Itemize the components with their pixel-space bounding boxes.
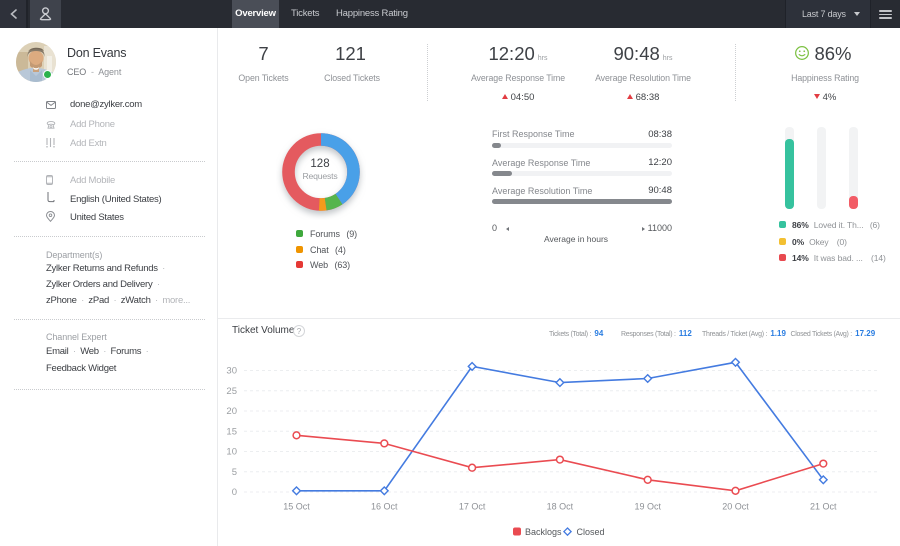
svg-text:20 Oct: 20 Oct	[722, 502, 749, 512]
svg-text:0: 0	[232, 487, 237, 498]
svg-text:16 Oct: 16 Oct	[371, 502, 398, 512]
svg-text:20: 20	[226, 406, 237, 417]
svg-text:17 Oct: 17 Oct	[459, 502, 486, 512]
svg-text:30: 30	[226, 366, 237, 377]
svg-text:18 Oct: 18 Oct	[547, 502, 574, 512]
svg-text:25: 25	[226, 386, 237, 397]
svg-text:Closed: Closed	[577, 527, 605, 537]
svg-text:15 Oct: 15 Oct	[283, 502, 310, 512]
svg-text:Backlogs: Backlogs	[525, 527, 562, 537]
svg-text:5: 5	[232, 467, 237, 478]
svg-text:15: 15	[226, 426, 237, 437]
svg-text:21 Oct: 21 Oct	[810, 502, 837, 512]
svg-text:19 Oct: 19 Oct	[634, 502, 661, 512]
svg-text:10: 10	[226, 447, 237, 458]
